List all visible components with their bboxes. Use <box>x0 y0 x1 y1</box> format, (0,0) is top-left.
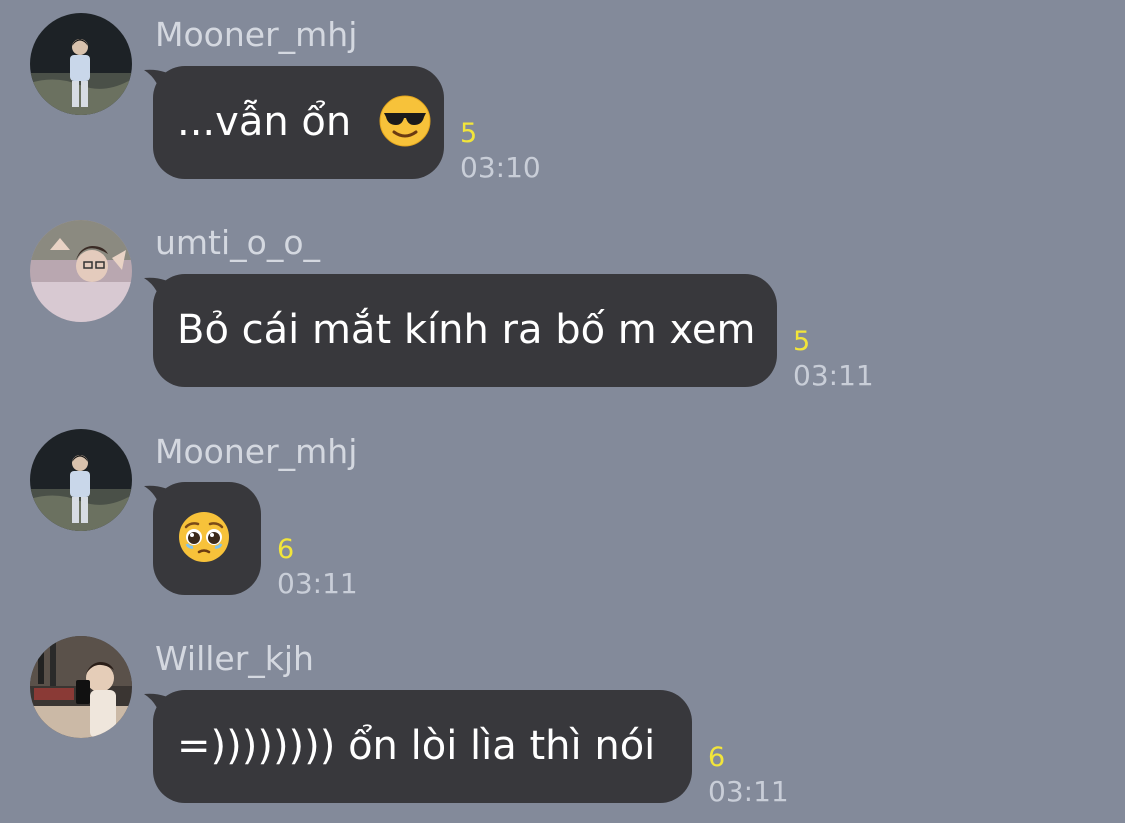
avatar[interactable] <box>30 429 132 531</box>
sender-name: Mooner_mhj <box>155 432 358 471</box>
unread-count: 6 <box>277 534 295 565</box>
timestamp: 03:10 <box>460 151 541 184</box>
avatar[interactable] <box>30 220 132 322</box>
message-text: Bỏ cái mắt kính ra bố m xem <box>177 307 756 353</box>
unread-count: 5 <box>460 118 478 149</box>
pleading-face-icon <box>177 510 231 564</box>
smiling-face-with-sunglasses-icon <box>378 94 432 148</box>
unread-count: 5 <box>793 326 811 357</box>
sender-name: Mooner_mhj <box>155 15 358 54</box>
message-text: ...vẫn ổn <box>177 99 352 145</box>
avatar[interactable] <box>30 13 132 115</box>
timestamp: 03:11 <box>277 567 358 600</box>
sender-name: umti_o_o_ <box>155 223 321 262</box>
message-bubble[interactable]: =)))))))) ổn lòi lìa thì nói <box>153 690 692 803</box>
message-bubble[interactable] <box>153 482 261 595</box>
message-bubble[interactable]: ...vẫn ổn <box>153 66 444 179</box>
timestamp: 03:11 <box>708 775 789 808</box>
message-text: =)))))))) ổn lòi lìa thì nói <box>177 723 656 769</box>
unread-count: 6 <box>708 742 726 773</box>
avatar[interactable] <box>30 636 132 738</box>
chat-thread[interactable]: Mooner_mhj ...vẫn ổn 5 03:10 umti_o_o_ B… <box>0 0 1125 823</box>
message-bubble[interactable]: Bỏ cái mắt kính ra bố m xem <box>153 274 777 387</box>
sender-name: Willer_kjh <box>155 639 314 678</box>
timestamp: 03:11 <box>793 359 874 392</box>
